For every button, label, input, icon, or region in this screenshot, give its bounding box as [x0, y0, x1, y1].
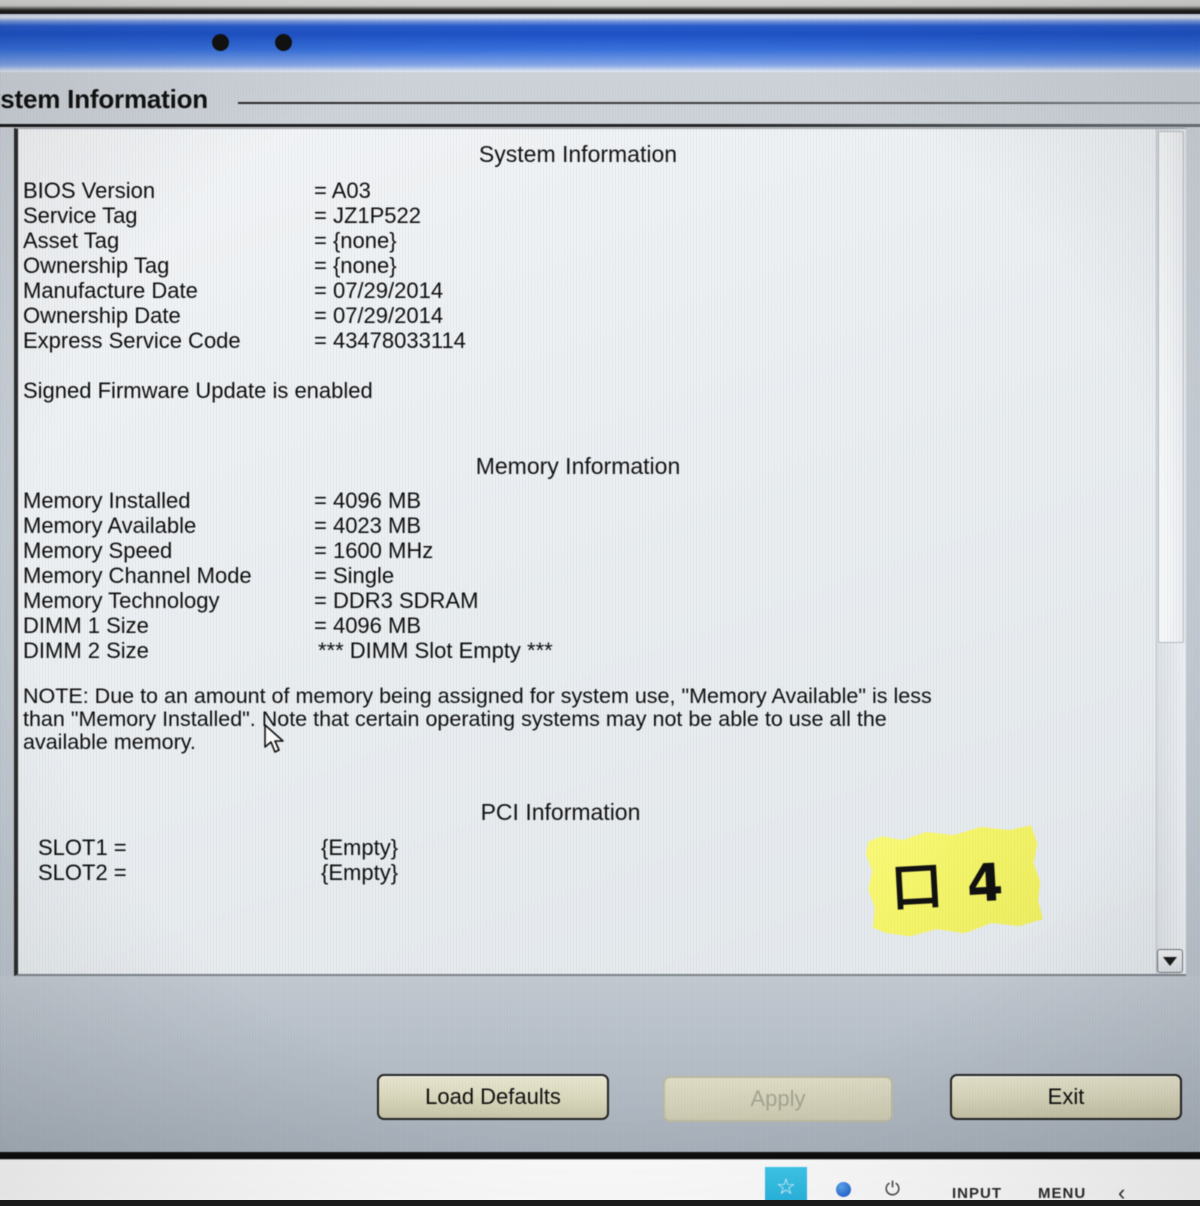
table-row: Service Tag = JZ1P522 — [18, 203, 1153, 228]
row-label: Express Service Code — [23, 328, 241, 353]
back-button[interactable]: ‹ — [1118, 1180, 1125, 1206]
signed-firmware-status: Signed Firmware Update is enabled — [23, 378, 373, 403]
bezel-dot-left — [212, 34, 229, 51]
table-row: Memory Technology = DDR3 SDRAM — [18, 588, 1153, 613]
bezel-dot-right — [275, 34, 292, 51]
monitor-bottom-bezel — [0, 1152, 1200, 1200]
row-label: SLOT1 = — [38, 835, 127, 860]
scrollbar-thumb[interactable] — [1158, 131, 1184, 643]
table-row: Express Service Code = 43478033114 — [18, 328, 1153, 353]
row-label: Memory Available — [23, 513, 197, 538]
row-label: Memory Installed — [23, 488, 191, 513]
input-button[interactable]: INPUT — [952, 1185, 1002, 1202]
table-row: Memory Available = 4023 MB — [18, 513, 1153, 538]
section-heading: ystem Information — [0, 84, 1200, 128]
memory-note-line-2: than "Memory Installed". Note that certa… — [23, 707, 887, 731]
table-row: Memory Installed = 4096 MB — [18, 488, 1153, 513]
table-row: BIOS Version = A03 — [18, 178, 1153, 203]
group-title-pci-information: PCI Information — [480, 799, 641, 825]
section-heading-rule — [238, 102, 1200, 104]
vertical-scrollbar[interactable] — [1156, 129, 1186, 974]
table-row: Asset Tag = {none} — [18, 228, 1153, 253]
row-value: = A03 — [314, 178, 371, 203]
titlebar-sheen — [0, 16, 1200, 26]
row-value: = 07/29/2014 — [314, 278, 444, 303]
row-label: Memory Speed — [23, 538, 173, 563]
exit-button[interactable]: Exit — [950, 1074, 1182, 1120]
row-value: = 07/29/2014 — [314, 303, 444, 328]
section-heading-label: ystem Information — [0, 84, 208, 114]
scroll-down-button[interactable] — [1157, 949, 1183, 973]
sticky-note: 口 4 ア — [864, 823, 1043, 940]
row-value: = 1600 MHz — [314, 538, 434, 563]
load-defaults-button[interactable]: Load Defaults — [377, 1074, 609, 1120]
group-title-system-information: System Information — [478, 141, 678, 167]
table-row: Manufacture Date = 07/29/2014 — [18, 278, 1153, 303]
row-value: = 4023 MB — [314, 513, 422, 538]
row-value: = {none} — [314, 228, 397, 253]
row-label: Asset Tag — [23, 228, 120, 253]
row-value: = DDR3 SDRAM — [314, 588, 479, 613]
row-label: Memory Channel Mode — [23, 563, 252, 588]
row-label: Manufacture Date — [23, 278, 198, 303]
power-button[interactable]: ⏻ — [885, 1178, 900, 1200]
table-row: Ownership Date = 07/29/2014 — [18, 303, 1153, 328]
row-value: = Single — [314, 563, 395, 588]
section-heading-underline — [0, 124, 1200, 127]
power-led-indicator — [836, 1182, 851, 1197]
table-row: DIMM 1 Size = 4096 MB — [18, 613, 1153, 638]
row-label: BIOS Version — [23, 178, 156, 203]
row-label: Service Tag — [23, 203, 138, 228]
row-value: = 4096 MB — [314, 488, 422, 513]
table-row: Ownership Tag = {none} — [18, 253, 1153, 278]
row-value: = 4096 MB — [314, 613, 422, 638]
chevron-down-icon — [1163, 956, 1177, 966]
lcd-screen: ystem Information System Information BIO… — [0, 14, 1200, 1152]
row-label: Ownership Date — [23, 303, 181, 328]
apply-button: Apply — [663, 1076, 893, 1122]
menu-button[interactable]: MENU — [1038, 1185, 1086, 1202]
row-label: Memory Technology — [23, 588, 220, 613]
group-title-memory-information: Memory Information — [475, 453, 681, 479]
row-value: {Empty} — [321, 835, 399, 860]
memory-note-line-3: available memory. — [23, 730, 196, 754]
row-value: *** DIMM Slot Empty *** — [318, 638, 553, 663]
monitor-top-bezel — [0, 0, 1200, 14]
row-label: SLOT2 = — [38, 860, 127, 885]
mouse-cursor — [264, 724, 284, 753]
table-row: Memory Speed = 1600 MHz — [18, 538, 1153, 563]
energy-star-logo: ☆ — [765, 1167, 807, 1200]
memory-note-line-1: NOTE: Due to an amount of memory being a… — [23, 684, 932, 708]
star-icon: ☆ — [776, 1174, 796, 1199]
row-value: = 43478033114 — [314, 328, 466, 353]
row-label: DIMM 1 Size — [23, 613, 149, 638]
table-row: Memory Channel Mode = Single — [18, 563, 1153, 588]
row-value: {Empty} — [321, 860, 399, 885]
table-row: DIMM 2 Size *** DIMM Slot Empty *** — [18, 638, 1153, 663]
row-value: = {none} — [314, 253, 397, 278]
bios-button-bar: Load Defaults Apply Exit — [0, 976, 1200, 1152]
memory-note: NOTE: Due to an amount of memory being a… — [18, 685, 1153, 754]
row-label: Ownership Tag — [23, 253, 170, 278]
monitor-photo: ystem Information System Information BIO… — [0, 0, 1200, 1205]
bios-window-titlebar — [0, 14, 1200, 72]
row-value: = JZ1P522 — [314, 203, 422, 228]
row-label: DIMM 2 Size — [23, 638, 149, 663]
